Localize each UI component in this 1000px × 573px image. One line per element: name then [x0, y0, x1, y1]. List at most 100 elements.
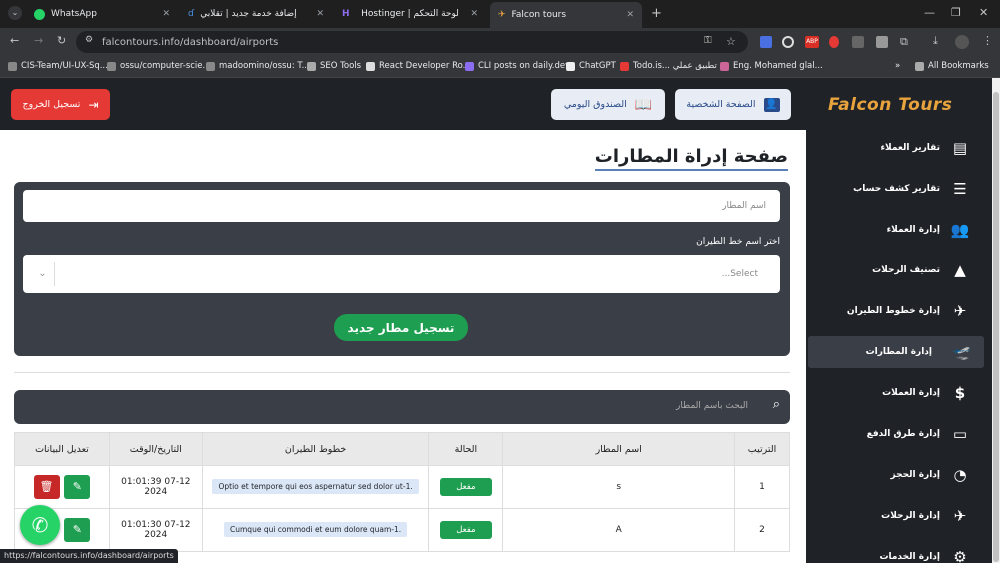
register-airport-button[interactable]: تسجيل مطار جديد	[334, 314, 468, 341]
close-tab-icon[interactable]: ✕	[626, 10, 634, 20]
close-tab-icon[interactable]: ✕	[316, 9, 324, 19]
extension-icon[interactable]	[782, 36, 794, 48]
folder-icon	[307, 61, 316, 71]
bookmark-item[interactable]: React Developer Ro...	[366, 61, 471, 71]
page-scrollbar[interactable]	[992, 78, 1000, 563]
search-input[interactable]: البحث باسم المطار	[676, 401, 748, 411]
booking-icon: ◔	[953, 466, 967, 484]
airport-name-input[interactable]: اسم المطار	[23, 190, 780, 222]
close-tab-icon[interactable]: ✕	[162, 9, 170, 19]
bookmark-item[interactable]: madoomino/ossu: T...	[206, 61, 310, 71]
column-header-status: الحالة	[428, 432, 504, 466]
tab-whatsapp[interactable]: WhatsApp ✕	[26, 4, 178, 24]
forward-icon[interactable]: →	[34, 34, 43, 47]
sidebar-item-payment-methods[interactable]: إدارة طرق الدفع ▭	[806, 418, 992, 450]
falcon-tours-logo[interactable]: Falcon Tours	[828, 95, 952, 115]
extension-icon[interactable]	[760, 36, 772, 48]
sidebar-item-trip-categories[interactable]: تصنيف الرحلات ▲	[806, 254, 992, 286]
tab-label: إضافة خدمة جديد | تقلابي	[200, 9, 297, 19]
tab-falcon-tours[interactable]: ✈ Falcon tours ✕	[490, 2, 642, 28]
all-bookmarks[interactable]: All Bookmarks	[915, 61, 989, 71]
extension-icon[interactable]	[876, 36, 888, 48]
sidebar-item-airlines[interactable]: إدارة خطوط الطيران ✈	[806, 295, 992, 327]
sidebar-item-booking[interactable]: إدارة الحجز ◔	[806, 459, 992, 491]
bookmark-item[interactable]: SEO Tools	[307, 61, 361, 71]
menu-kebab-icon[interactable]: ⋮	[982, 34, 993, 47]
whatsapp-float-icon[interactable]: ✆	[20, 505, 60, 545]
back-icon[interactable]: ←	[10, 34, 19, 47]
extension-icon[interactable]	[852, 36, 864, 48]
sidebar-item-account-statements[interactable]: تقارير كشف حساب ☰	[806, 173, 992, 205]
sidebar-item-customer-reports[interactable]: تقارير العملاء ▤	[806, 132, 992, 164]
close-tab-icon[interactable]: ✕	[470, 9, 478, 19]
row-airport-name: s	[502, 465, 736, 509]
bookmark-item[interactable]: ossu/computer-scie...	[107, 61, 211, 71]
extension-icon[interactable]	[829, 36, 839, 48]
sidebar-item-currencies[interactable]: إدارة العملات $	[806, 377, 992, 409]
sidebar-item-services[interactable]: إدارة الخدمات ⚙	[806, 541, 992, 573]
bookmark-item[interactable]: CLI posts on daily.dev	[465, 61, 570, 71]
row-datetime: 01:01:30 07-12 2024	[108, 508, 203, 552]
scrollbar-thumb[interactable]	[993, 92, 999, 562]
chevron-down-icon[interactable]: ⌄	[31, 262, 55, 286]
adblock-icon[interactable]: ABP	[805, 36, 819, 48]
sidebar-item-trips[interactable]: إدارة الرحلات ✈	[806, 500, 992, 532]
bookmark-favicon-icon	[720, 61, 729, 71]
column-header-airport-name: اسم المطار	[502, 432, 736, 466]
password-key-icon[interactable]: ⚿	[704, 35, 712, 46]
dailydev-icon	[465, 61, 474, 71]
divider	[14, 372, 790, 373]
card-icon: ▭	[952, 425, 968, 443]
report-icon: ▤	[952, 139, 968, 157]
table-header-row: تعديل البيانات التاريخ/الوقت خطوط الطيرا…	[14, 432, 790, 466]
bookmark-item[interactable]: Eng. Mohamed glal...	[720, 61, 823, 71]
row-index: 2	[734, 508, 790, 552]
airports-table: تعديل البيانات التاريخ/الوقت خطوط الطيرا…	[14, 432, 790, 552]
tab-service[interactable]: ɗ إضافة خدمة جديد | تقلابي ✕	[180, 4, 332, 24]
tab-hostinger[interactable]: H Hostinger | لوحة التحكم ✕	[334, 4, 486, 24]
new-tab-icon[interactable]: +	[651, 6, 662, 21]
more-bookmarks-icon[interactable]: »	[895, 61, 900, 71]
logout-icon: ⇥	[88, 97, 99, 112]
bookmark-star-icon[interactable]: ☆	[726, 35, 736, 48]
github-icon	[107, 61, 116, 71]
close-window-icon[interactable]: ✕	[979, 6, 988, 19]
sidebar-item-customers[interactable]: إدارة العملاء 👥	[806, 214, 992, 246]
row-datetime: 01:01:39 07-12 2024	[108, 465, 203, 509]
edit-icon[interactable]: ✎	[64, 518, 91, 542]
tab-label: WhatsApp	[51, 9, 97, 19]
search-icon[interactable]: ⌕	[773, 397, 780, 412]
extensions-puzzle-icon[interactable]: ⧉	[900, 35, 908, 49]
logout-button[interactable]: تسجيل الخروج ⇥	[11, 89, 110, 120]
profile-button[interactable]: الصفحة الشخصية 👤	[675, 89, 791, 120]
delete-icon[interactable]: 🗑	[33, 475, 60, 499]
url-text: falcontours.info/dashboard/airports	[102, 36, 279, 48]
reload-icon[interactable]: ↻	[57, 34, 66, 47]
statement-icon: ☰	[953, 180, 967, 198]
daily-box-label: الصندوق اليومي	[563, 99, 627, 110]
sidebar-item-airports[interactable]: إدارة المطارات 🛫	[808, 336, 984, 368]
minimize-icon[interactable]: —	[924, 6, 935, 19]
maximize-icon[interactable]: ❐	[951, 6, 961, 19]
download-icon[interactable]: ⤓	[933, 34, 938, 48]
favicon-icon: ɗ	[188, 9, 195, 19]
bookmark-item[interactable]: ChatGPT	[566, 61, 616, 71]
airline-select[interactable]: ⌄ ...Select	[23, 255, 780, 293]
row-airline: Cumque qui commodi et eum dolore quam-1.	[201, 508, 430, 552]
row-status: مفعل	[428, 465, 504, 509]
plane-icon: ✈	[953, 507, 967, 525]
address-bar[interactable]: ⚙ falcontours.info/dashboard/airports ⚿ …	[76, 31, 748, 53]
daily-box-button[interactable]: الصندوق اليومي 📖	[551, 89, 665, 120]
search-airport-bar: البحث باسم المطار ⌕	[14, 390, 790, 424]
column-header-datetime: التاريخ/الوقت	[108, 432, 203, 466]
tab-search-icon[interactable]: ⌄	[8, 6, 22, 20]
bookmark-item[interactable]: CIS-Team/UI-UX-Sq...	[8, 61, 108, 71]
profile-avatar-icon[interactable]	[955, 35, 969, 49]
edit-icon[interactable]: ✎	[64, 475, 91, 499]
site-info-icon[interactable]: ⚙	[85, 35, 93, 45]
bookmark-item[interactable]: Todo.is... تطبيق عملي	[620, 61, 717, 71]
main-content: صفحة إدراة المطارات اسم المطار اختر اسم …	[0, 130, 806, 563]
shapes-icon: ▲	[954, 261, 966, 279]
chatgpt-icon	[566, 61, 575, 71]
column-header-airlines: خطوط الطيران	[201, 432, 430, 466]
